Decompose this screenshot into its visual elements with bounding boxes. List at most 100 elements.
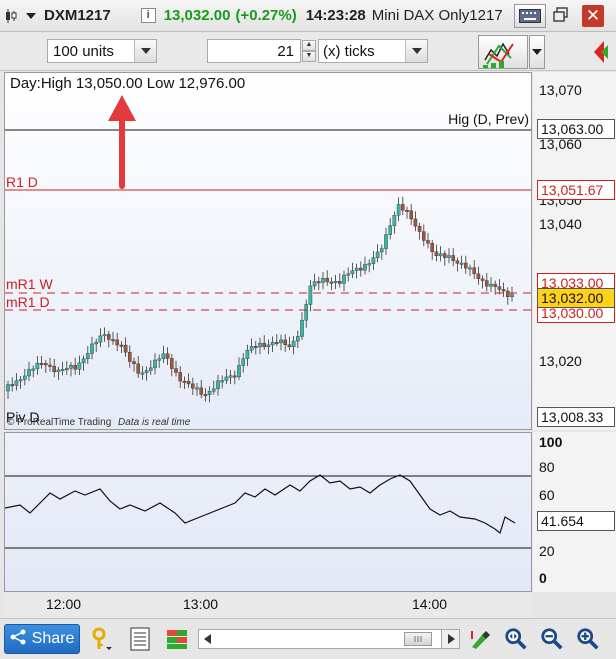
candle-body bbox=[228, 375, 233, 378]
candle-body bbox=[216, 380, 220, 389]
zoom-fit-icon[interactable] bbox=[504, 627, 528, 651]
keyboard-icon[interactable] bbox=[514, 4, 546, 28]
data-table-icon[interactable] bbox=[128, 627, 152, 651]
candle-body bbox=[27, 369, 31, 377]
share-button[interactable]: Share bbox=[4, 624, 80, 654]
candle-body bbox=[253, 346, 258, 349]
candle-body bbox=[342, 274, 346, 284]
ticks-count-input[interactable]: 21 bbox=[207, 39, 301, 63]
candle-body bbox=[39, 363, 44, 365]
prev-high-tag: 13,063.00 bbox=[537, 119, 615, 139]
candle-body bbox=[165, 353, 170, 359]
candle-body bbox=[321, 278, 325, 283]
candle-body bbox=[363, 264, 367, 271]
key-icon[interactable] bbox=[90, 627, 114, 651]
candle-body bbox=[161, 353, 166, 360]
candle-body bbox=[132, 361, 136, 365]
indicators-icon[interactable] bbox=[478, 35, 528, 69]
candle-body bbox=[287, 344, 292, 348]
candle-body bbox=[23, 375, 27, 380]
scroll-thumb[interactable] bbox=[404, 632, 432, 646]
candle-body bbox=[493, 283, 498, 287]
candle-body bbox=[245, 349, 250, 359]
zoom-out-icon[interactable] bbox=[540, 627, 564, 651]
units-value: 100 units bbox=[53, 42, 114, 60]
candle-body bbox=[94, 341, 98, 345]
stepper-down-icon[interactable]: ▼ bbox=[302, 51, 316, 62]
title-bar: DXM1217 i 13,032.00 (+0.27%) 14:23:28 Mi… bbox=[0, 0, 616, 32]
candle-body bbox=[384, 234, 388, 249]
candlestick-menu-icon[interactable] bbox=[4, 0, 18, 31]
candle-body bbox=[510, 294, 514, 298]
candle-body bbox=[241, 358, 246, 366]
price-axis[interactable]: 13,070 13,060 13,050 13,040 13,020 13,06… bbox=[533, 72, 616, 430]
scroll-right-icon[interactable] bbox=[441, 630, 459, 648]
annotation-arrow bbox=[108, 95, 136, 189]
candle-body bbox=[199, 387, 204, 395]
ticks-count-value: 21 bbox=[277, 42, 294, 60]
candle-body bbox=[52, 365, 56, 373]
candle-body bbox=[232, 375, 237, 378]
symbol-name[interactable]: DXM1217 bbox=[44, 7, 111, 24]
candle-body bbox=[359, 267, 363, 271]
ticks-stepper[interactable]: ▲ ▼ bbox=[302, 40, 316, 62]
candle-body bbox=[48, 364, 52, 367]
candle-body bbox=[249, 346, 254, 351]
candle-body bbox=[77, 362, 82, 370]
ticks-mode-select[interactable]: (x) ticks bbox=[318, 39, 428, 63]
time-axis[interactable]: 12:00 13:00 14:00 bbox=[4, 592, 532, 618]
ticks-mode-value: (x) ticks bbox=[323, 42, 375, 60]
candle-body bbox=[296, 336, 300, 342]
candle-body bbox=[338, 280, 342, 284]
units-select[interactable]: 100 units bbox=[47, 39, 157, 63]
candle-body bbox=[90, 343, 94, 354]
price-chart[interactable]: Day:High 13,050.00 Low 12,976.00 Hig (D,… bbox=[4, 72, 532, 430]
current-price-tag: 13,032.00 bbox=[537, 288, 615, 308]
oscillator-chart[interactable] bbox=[4, 432, 532, 592]
candle-body bbox=[438, 253, 443, 257]
arrows-icon[interactable] bbox=[590, 37, 614, 67]
indicators-dropdown-icon[interactable] bbox=[529, 35, 545, 69]
info-icon[interactable]: i bbox=[140, 8, 156, 23]
candle-body bbox=[136, 363, 141, 374]
stepper-up-icon[interactable]: ▲ bbox=[302, 40, 316, 51]
osc-tick: 80 bbox=[539, 459, 555, 475]
drawing-tool-icon[interactable] bbox=[468, 627, 492, 651]
share-icon bbox=[10, 629, 26, 650]
price-tick: 13,040 bbox=[539, 216, 582, 232]
time-tick: 13:00 bbox=[183, 596, 219, 612]
candle-body bbox=[18, 379, 23, 382]
r1-label: R1 D bbox=[6, 174, 38, 190]
candle-body bbox=[220, 380, 225, 383]
candle-body bbox=[81, 358, 86, 364]
osc-tick: 60 bbox=[539, 487, 555, 503]
oscillator-axis[interactable]: 100 80 60 20 0 41.654 bbox=[533, 432, 616, 592]
layout-icon[interactable] bbox=[165, 627, 189, 651]
candle-body bbox=[367, 263, 372, 266]
candle-body bbox=[10, 384, 14, 387]
candle-body bbox=[455, 260, 460, 264]
candle-body bbox=[262, 342, 267, 348]
symbol-dropdown-icon[interactable] bbox=[26, 12, 36, 19]
chevron-down-icon[interactable] bbox=[134, 40, 156, 62]
close-window-icon[interactable]: ✕ bbox=[582, 5, 604, 27]
chart-toolbar: 100 units 21 ▲ ▼ (x) ticks bbox=[0, 33, 616, 71]
candle-body bbox=[174, 368, 178, 373]
candle-body bbox=[329, 281, 334, 284]
candle-body bbox=[182, 380, 187, 383]
candle-body bbox=[207, 390, 212, 395]
mr1d-label: mR1 D bbox=[6, 294, 50, 310]
candle-body bbox=[371, 257, 376, 264]
candle-body bbox=[497, 286, 502, 290]
scroll-left-icon[interactable] bbox=[199, 630, 217, 648]
restore-window-icon[interactable] bbox=[552, 6, 570, 24]
horizontal-scrollbar[interactable] bbox=[198, 629, 460, 649]
candle-body bbox=[153, 359, 157, 369]
candle-body bbox=[148, 367, 153, 371]
price-tick: 13,020 bbox=[539, 353, 582, 369]
zoom-in-icon[interactable] bbox=[576, 627, 600, 651]
candle-body bbox=[283, 339, 288, 345]
candle-body bbox=[44, 363, 48, 366]
candle-body bbox=[392, 215, 397, 226]
chevron-down-icon[interactable] bbox=[405, 40, 427, 62]
